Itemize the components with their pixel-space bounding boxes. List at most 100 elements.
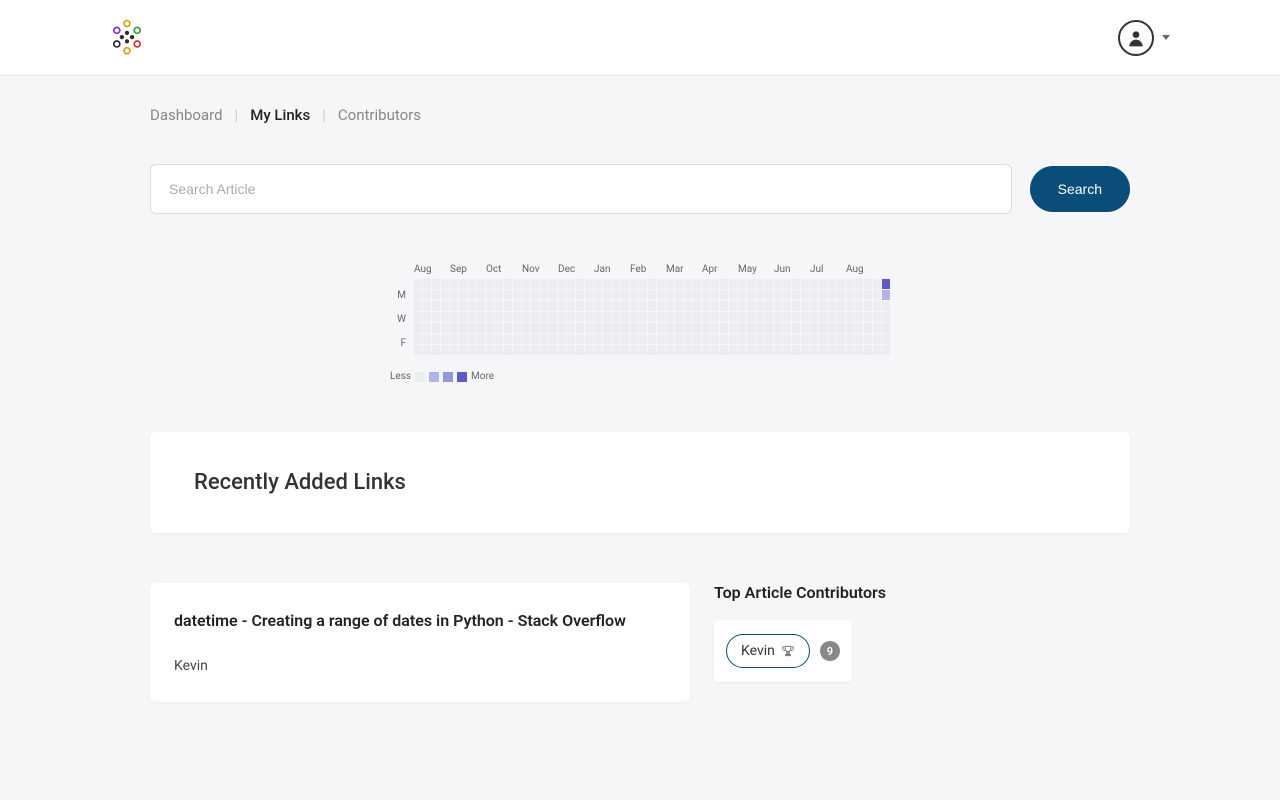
heatmap-cell[interactable]: [801, 312, 809, 322]
heatmap-cell[interactable]: [720, 334, 728, 344]
heatmap-cell[interactable]: [549, 290, 557, 300]
heatmap-cell[interactable]: [450, 345, 458, 355]
heatmap-cell[interactable]: [774, 279, 782, 289]
heatmap-cell[interactable]: [531, 312, 539, 322]
heatmap-cell[interactable]: [621, 345, 629, 355]
heatmap-cell[interactable]: [828, 345, 836, 355]
heatmap-cell[interactable]: [801, 323, 809, 333]
heatmap-cell[interactable]: [414, 312, 422, 322]
heatmap-cell[interactable]: [819, 323, 827, 333]
heatmap-cell[interactable]: [441, 290, 449, 300]
heatmap-cell[interactable]: [504, 279, 512, 289]
heatmap-cell[interactable]: [666, 334, 674, 344]
heatmap-cell[interactable]: [459, 279, 467, 289]
heatmap-cell[interactable]: [675, 279, 683, 289]
heatmap-cell[interactable]: [468, 345, 476, 355]
heatmap-cell[interactable]: [531, 301, 539, 311]
heatmap-cell[interactable]: [747, 290, 755, 300]
heatmap-cell[interactable]: [702, 279, 710, 289]
heatmap-cell[interactable]: [603, 290, 611, 300]
heatmap-cell[interactable]: [774, 290, 782, 300]
heatmap-cell[interactable]: [882, 345, 890, 355]
heatmap-cell[interactable]: [873, 279, 881, 289]
heatmap-cell[interactable]: [648, 334, 656, 344]
heatmap-cell[interactable]: [882, 312, 890, 322]
heatmap-cell[interactable]: [612, 312, 620, 322]
heatmap-cell[interactable]: [882, 290, 890, 300]
heatmap-cell[interactable]: [783, 290, 791, 300]
heatmap-cell[interactable]: [432, 279, 440, 289]
heatmap-cell[interactable]: [423, 290, 431, 300]
heatmap-cell[interactable]: [567, 290, 575, 300]
heatmap-cell[interactable]: [765, 290, 773, 300]
heatmap-cell[interactable]: [801, 290, 809, 300]
heatmap-cell[interactable]: [522, 279, 530, 289]
heatmap-cell[interactable]: [792, 290, 800, 300]
heatmap-cell[interactable]: [459, 312, 467, 322]
heatmap-cell[interactable]: [549, 301, 557, 311]
heatmap-cell[interactable]: [504, 345, 512, 355]
heatmap-cell[interactable]: [792, 312, 800, 322]
heatmap-cell[interactable]: [540, 312, 548, 322]
heatmap-cell[interactable]: [765, 279, 773, 289]
heatmap-cell[interactable]: [450, 323, 458, 333]
heatmap-cell[interactable]: [693, 334, 701, 344]
heatmap-cell[interactable]: [810, 345, 818, 355]
heatmap-cell[interactable]: [594, 323, 602, 333]
heatmap-cell[interactable]: [693, 279, 701, 289]
heatmap-cell[interactable]: [612, 301, 620, 311]
heatmap-cell[interactable]: [846, 301, 854, 311]
heatmap-cell[interactable]: [747, 312, 755, 322]
heatmap-cell[interactable]: [585, 312, 593, 322]
heatmap-cell[interactable]: [423, 334, 431, 344]
heatmap-cell[interactable]: [522, 290, 530, 300]
heatmap-cell[interactable]: [702, 334, 710, 344]
heatmap-cell[interactable]: [441, 301, 449, 311]
heatmap-cell[interactable]: [486, 345, 494, 355]
heatmap-cell[interactable]: [432, 334, 440, 344]
heatmap-cell[interactable]: [486, 279, 494, 289]
heatmap-cell[interactable]: [531, 334, 539, 344]
heatmap-cell[interactable]: [711, 279, 719, 289]
heatmap-cell[interactable]: [441, 345, 449, 355]
heatmap-cell[interactable]: [423, 279, 431, 289]
heatmap-cell[interactable]: [711, 301, 719, 311]
heatmap-cell[interactable]: [801, 279, 809, 289]
heatmap-cell[interactable]: [450, 279, 458, 289]
heatmap-cell[interactable]: [477, 345, 485, 355]
heatmap-cell[interactable]: [495, 345, 503, 355]
heatmap-cell[interactable]: [522, 301, 530, 311]
heatmap-cell[interactable]: [693, 301, 701, 311]
heatmap-cell[interactable]: [612, 345, 620, 355]
heatmap-cell[interactable]: [720, 279, 728, 289]
heatmap-cell[interactable]: [639, 279, 647, 289]
heatmap-cell[interactable]: [819, 345, 827, 355]
heatmap-cell[interactable]: [810, 312, 818, 322]
heatmap-cell[interactable]: [792, 323, 800, 333]
heatmap-cell[interactable]: [423, 345, 431, 355]
heatmap-cell[interactable]: [711, 312, 719, 322]
heatmap-cell[interactable]: [513, 345, 521, 355]
heatmap-cell[interactable]: [747, 345, 755, 355]
heatmap-cell[interactable]: [576, 323, 584, 333]
heatmap-cell[interactable]: [495, 312, 503, 322]
heatmap-cell[interactable]: [855, 345, 863, 355]
heatmap-cell[interactable]: [441, 334, 449, 344]
heatmap-cell[interactable]: [756, 312, 764, 322]
heatmap-cell[interactable]: [657, 301, 665, 311]
heatmap-cell[interactable]: [666, 312, 674, 322]
heatmap-cell[interactable]: [414, 345, 422, 355]
heatmap-cell[interactable]: [621, 301, 629, 311]
heatmap-cell[interactable]: [684, 290, 692, 300]
heatmap-cell[interactable]: [630, 301, 638, 311]
heatmap-cell[interactable]: [423, 323, 431, 333]
heatmap-cell[interactable]: [639, 301, 647, 311]
heatmap-cell[interactable]: [774, 334, 782, 344]
heatmap-cell[interactable]: [855, 301, 863, 311]
heatmap-cell[interactable]: [630, 345, 638, 355]
heatmap-cell[interactable]: [873, 323, 881, 333]
heatmap-cell[interactable]: [855, 279, 863, 289]
heatmap-cell[interactable]: [585, 279, 593, 289]
heatmap-cell[interactable]: [549, 323, 557, 333]
heatmap-cell[interactable]: [702, 323, 710, 333]
